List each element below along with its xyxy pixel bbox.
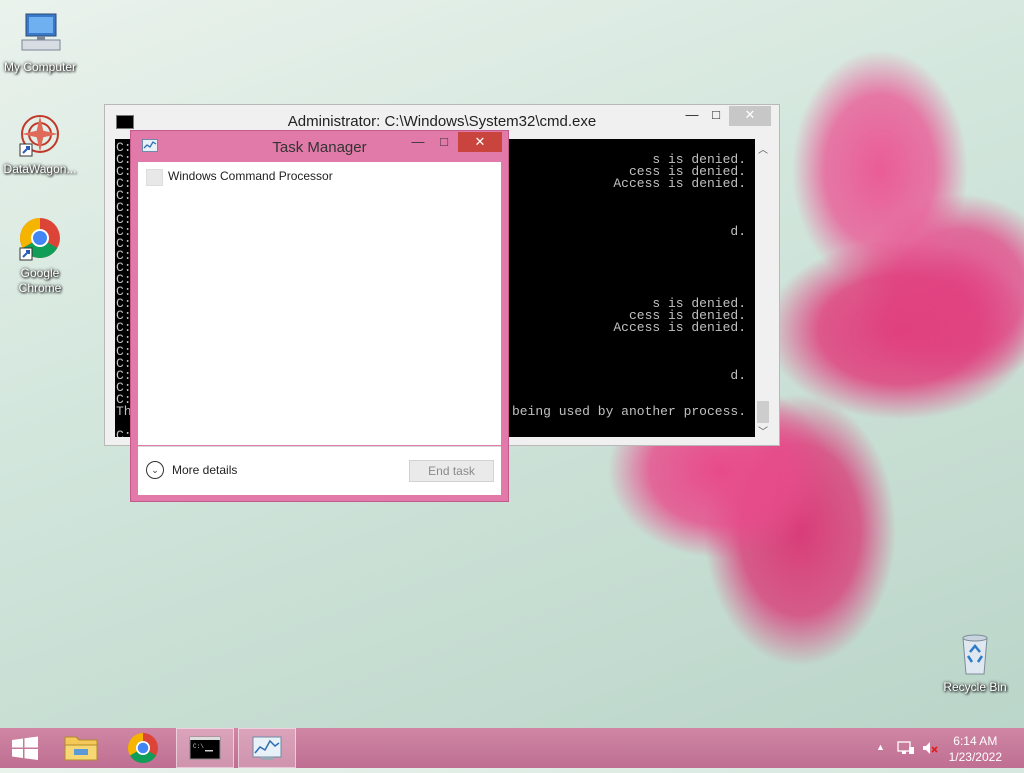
clock[interactable]: 6:14 AM 1/23/2022	[949, 733, 1002, 765]
cmd-icon: C:\	[189, 736, 221, 760]
recycle-bin-icon	[951, 630, 999, 678]
desktop-icon-label: Recycle Bin	[943, 680, 1007, 694]
console-line-end: Access is denied.	[613, 176, 746, 191]
show-hidden-icons-button[interactable]: ▲	[876, 742, 885, 752]
taskbar-task-manager[interactable]	[238, 728, 296, 768]
more-details-label: More details	[172, 463, 238, 477]
cmd-maximize-button[interactable]: □	[703, 106, 729, 126]
computer-icon	[16, 10, 64, 58]
console-line-end: d.	[730, 224, 746, 239]
chevron-down-icon: ⌄	[146, 461, 164, 479]
volume-muted-icon[interactable]	[921, 740, 939, 756]
task-manager-icon	[252, 736, 282, 760]
console-line-end: being used by another process.	[511, 404, 746, 419]
cmd-close-button[interactable]: ✕	[729, 106, 771, 126]
console-line-end: d.	[730, 368, 746, 383]
start-button[interactable]	[0, 728, 58, 768]
clock-date: 1/23/2022	[948, 750, 1002, 764]
datawagon-icon	[16, 112, 64, 160]
desktop-icon-google-chrome[interactable]: Google Chrome	[0, 216, 80, 296]
scroll-up-icon[interactable]: ︿	[758, 141, 768, 156]
tm-minimize-button[interactable]: —	[407, 134, 429, 149]
process-name: Windows Command Processor	[168, 169, 333, 183]
clock-time: 6:14 AM	[953, 734, 998, 748]
desktop-icon-label: Google Chrome	[18, 266, 62, 295]
desktop-icon-label: DataWagon...	[3, 162, 77, 176]
process-row[interactable]: Windows Command Processor	[146, 168, 486, 186]
desktop-icon-label: My Computer	[3, 60, 77, 74]
task-manager-window[interactable]: Task Manager — □ ✕ Windows Command Proce…	[130, 130, 509, 502]
cmd-minimize-button[interactable]: —	[679, 106, 705, 126]
tm-close-button[interactable]: ✕	[458, 132, 502, 152]
taskbar-file-explorer[interactable]	[52, 728, 110, 768]
chrome-icon	[127, 733, 158, 764]
folder-icon	[64, 736, 98, 761]
chrome-icon	[16, 216, 64, 264]
tm-maximize-button[interactable]: □	[433, 134, 455, 149]
scroll-thumb[interactable]	[757, 401, 769, 423]
svg-text:C:\: C:\	[193, 743, 204, 750]
taskbar: C:\ ▲ 6:14 AM 1/23/2022	[0, 728, 1024, 768]
cmd-window-title: Administrator: C:\Windows\System32\cmd.e…	[287, 113, 597, 130]
network-icon[interactable]	[897, 740, 915, 756]
process-list: Windows Command Processor	[138, 162, 501, 445]
desktop-icon-my-computer[interactable]: My Computer	[0, 10, 80, 75]
end-task-button[interactable]: End task	[409, 460, 494, 482]
windows-logo-icon	[12, 736, 38, 760]
desktop-icon-recycle-bin[interactable]: Recycle Bin	[935, 630, 1015, 695]
taskbar-chrome[interactable]	[114, 728, 172, 768]
console-line-end: Access is denied.	[613, 320, 746, 335]
taskbar-cmd[interactable]: C:\	[176, 728, 234, 768]
process-icon	[146, 169, 163, 186]
cmd-scrollbar[interactable]: ︿ ﹀	[755, 139, 771, 438]
scroll-down-icon[interactable]: ﹀	[758, 423, 768, 438]
desktop-icon-datawagon[interactable]: DataWagon...	[0, 112, 80, 177]
task-manager-footer: ⌄ More details End task	[138, 446, 501, 495]
